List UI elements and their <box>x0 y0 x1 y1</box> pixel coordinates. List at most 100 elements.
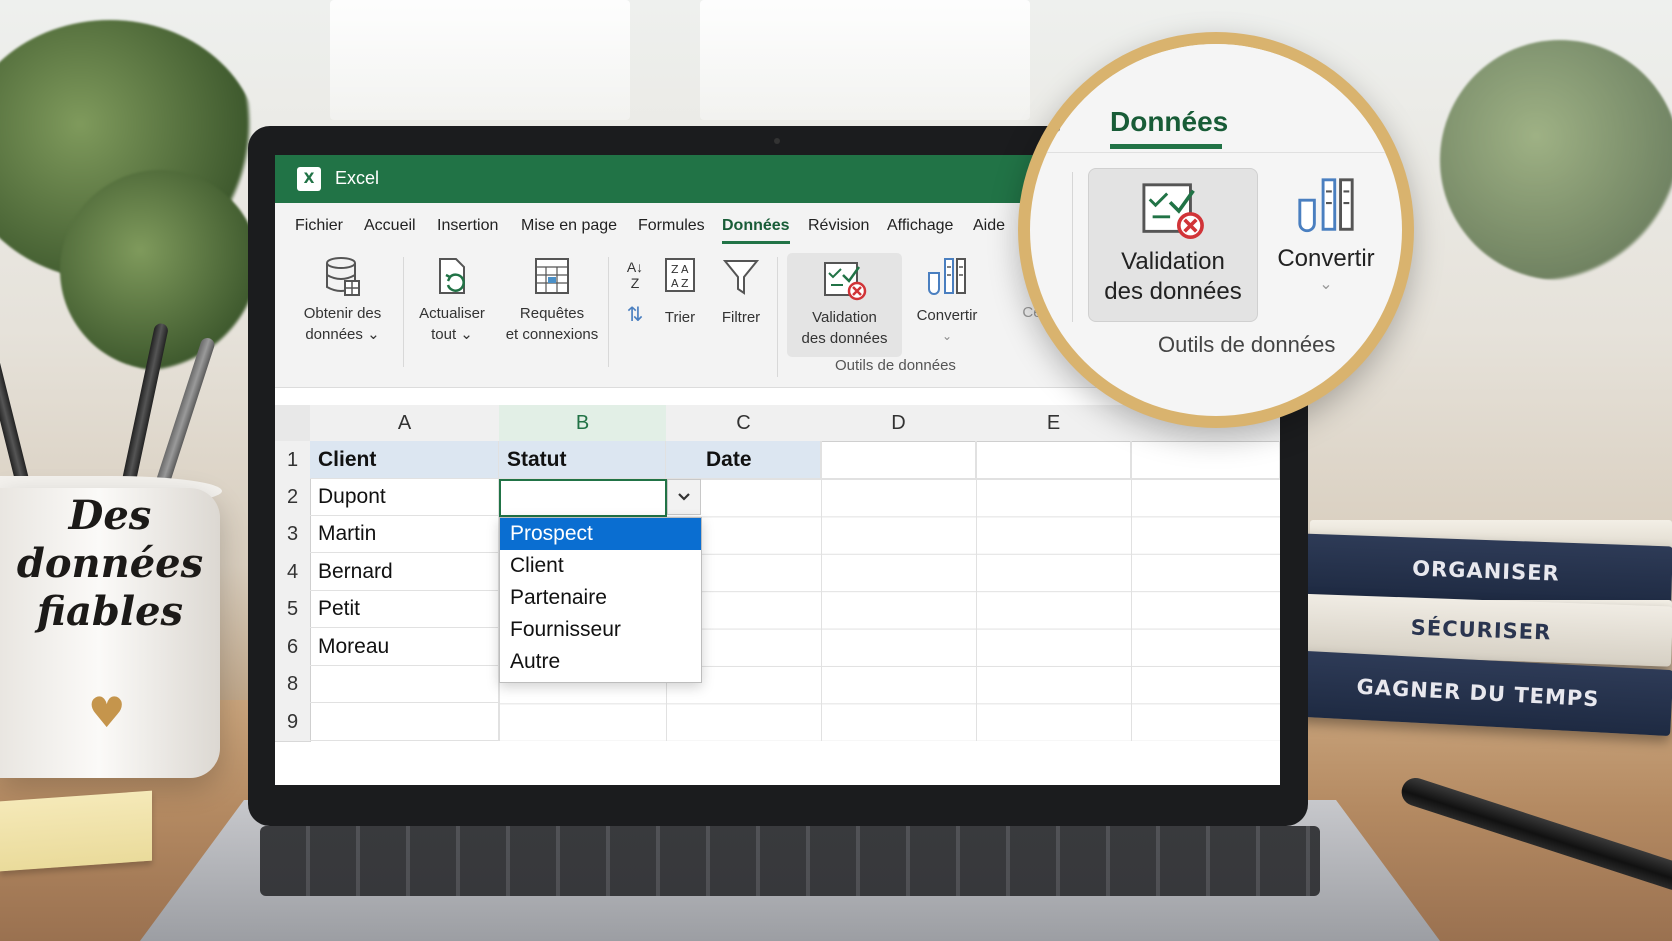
cell[interactable] <box>976 441 1131 479</box>
queries-connections-button[interactable]: Requêtes et connexions <box>497 255 607 365</box>
cell[interactable] <box>310 703 499 741</box>
webcam <box>774 138 780 144</box>
column-header-d[interactable]: D <box>821 405 977 442</box>
zoom-validation-label-2: des données <box>1104 278 1242 305</box>
ribbon-separator <box>608 257 609 367</box>
row-header[interactable]: 1 <box>275 441 311 480</box>
sticky-notes <box>0 790 152 872</box>
refresh-label-1: Actualiser <box>419 305 485 322</box>
data-validation-icon <box>1142 183 1204 240</box>
cell-b1[interactable]: Statut <box>499 441 666 479</box>
tab-formules[interactable]: Formules <box>638 217 705 235</box>
excel-logo-icon: X <box>297 167 321 191</box>
queries-label-2: et connexions <box>505 326 599 343</box>
row-header[interactable]: 8 <box>275 666 311 704</box>
data-validation-label-2: des données <box>801 330 888 347</box>
cell-a2[interactable]: Dupont <box>310 479 499 516</box>
text-to-columns-icon <box>1298 178 1354 233</box>
tab-insertion[interactable]: Insertion <box>437 217 498 235</box>
plant-blur <box>1440 40 1672 280</box>
chevron-down-icon: ⌄ <box>1319 274 1333 293</box>
row-header[interactable]: 4 <box>275 553 311 592</box>
cell-a3[interactable]: Martin <box>310 516 499 553</box>
dropdown-option-autre[interactable]: Autre <box>500 646 701 678</box>
cell-a4[interactable]: Bernard <box>310 553 499 591</box>
row-header[interactable]: 2 <box>275 479 311 517</box>
dropdown-option-client[interactable]: Client <box>500 550 701 582</box>
convert-button[interactable]: Convertir ⌄ <box>907 255 987 365</box>
sort-label: Trier <box>664 309 696 326</box>
get-data-label-1: Obtenir des <box>303 305 382 322</box>
data-validation-button[interactable]: Validation des données <box>787 253 902 357</box>
zoom-active-tab-indicator <box>1110 144 1222 149</box>
tab-donnees[interactable]: Données <box>722 217 790 235</box>
cell-a1[interactable]: Client <box>310 441 499 479</box>
column-header-c[interactable]: C <box>666 405 822 442</box>
app-title: Excel <box>335 168 380 188</box>
tab-fichier[interactable]: Fichier <box>295 217 343 235</box>
mug-text-line: données <box>16 540 204 587</box>
sort-button[interactable]: Z A A Z Trier <box>655 255 705 365</box>
cell-a5[interactable]: Petit <box>310 591 499 628</box>
zoom-convert-button[interactable]: Convertir ⌄ <box>1266 174 1386 293</box>
tab-revision[interactable]: Révision <box>808 217 869 235</box>
row-header[interactable]: 5 <box>275 591 311 629</box>
filter-label: Filtrer <box>721 309 761 326</box>
zoom-validation-label-1: Validation <box>1121 248 1225 275</box>
validation-dropdown-list: Prospect Client Partenaire Fournisseur A… <box>499 517 702 683</box>
active-cell-b2[interactable] <box>499 479 667 517</box>
svg-text:Z: Z <box>671 263 679 276</box>
dropdown-arrow-button[interactable] <box>667 479 701 515</box>
grid-line <box>976 441 977 741</box>
queries-icon <box>535 258 569 294</box>
window-light <box>330 0 630 120</box>
active-tab-indicator <box>722 241 790 244</box>
column-header-e[interactable]: E <box>976 405 1132 442</box>
spreadsheet-grid: A B C D E 1 2 3 4 5 6 8 9 Client Statut … <box>275 405 1280 785</box>
mug-text-line: fiables <box>36 588 184 635</box>
row-header[interactable]: 3 <box>275 516 311 554</box>
heart-icon: ♥ <box>88 688 126 737</box>
filter-button[interactable]: Filtrer <box>713 255 769 365</box>
cell[interactable] <box>310 666 499 703</box>
chevron-down-icon: ⌄ <box>941 329 953 343</box>
tab-affichage[interactable]: Affichage <box>887 217 953 235</box>
laptop-keyboard <box>260 826 1320 896</box>
convert-label: Convertir <box>916 307 978 324</box>
grid-line <box>821 441 822 741</box>
tab-accueil[interactable]: Accueil <box>364 217 416 235</box>
sort-az-button[interactable]: A↓ Z ⇅ <box>620 259 650 339</box>
tab-aide[interactable]: Aide <box>973 217 1005 235</box>
svg-text:A: A <box>671 277 679 290</box>
column-header-b[interactable]: B <box>499 405 667 443</box>
ribbon-separator <box>403 257 404 367</box>
row-header[interactable]: 9 <box>275 703 311 742</box>
data-validation-icon <box>823 262 866 301</box>
text-to-columns-icon <box>928 258 966 295</box>
database-icon <box>325 257 360 296</box>
zoom-previous-tab-fragment: s <box>1048 108 1061 138</box>
dropdown-option-prospect[interactable]: Prospect <box>500 518 701 550</box>
filter-icon <box>722 260 760 295</box>
refresh-all-button[interactable]: Actualiser tout ⌄ <box>407 255 497 365</box>
get-data-button[interactable]: Obtenir des données ⌄ <box>285 255 400 365</box>
queries-label-1: Requêtes <box>519 305 585 322</box>
svg-text:Z: Z <box>681 277 689 290</box>
select-all-corner[interactable] <box>275 405 311 442</box>
zoom-tab-donnees[interactable]: Données <box>1110 106 1228 138</box>
cell-a6[interactable]: Moreau <box>310 628 499 666</box>
dropdown-option-partenaire[interactable]: Partenaire <box>500 582 701 614</box>
tab-mise-en-page[interactable]: Mise en page <box>521 217 617 235</box>
zoom-callout: s Données Validation des données Convert… <box>1030 44 1402 416</box>
cell[interactable] <box>821 441 976 479</box>
sort-arrows-icon: ⇅ <box>626 304 644 326</box>
dropdown-option-fournisseur[interactable]: Fournisseur <box>500 614 701 646</box>
refresh-label-2: tout ⌄ <box>431 326 473 343</box>
cell[interactable] <box>1131 441 1280 479</box>
row-header[interactable]: 6 <box>275 628 311 667</box>
zoom-separator <box>1072 172 1073 322</box>
zoom-data-validation-button[interactable]: Validation des données <box>1088 168 1258 322</box>
column-header-a[interactable]: A <box>310 405 500 442</box>
refresh-icon <box>439 258 465 294</box>
cell-c1[interactable]: Date <box>666 441 821 479</box>
